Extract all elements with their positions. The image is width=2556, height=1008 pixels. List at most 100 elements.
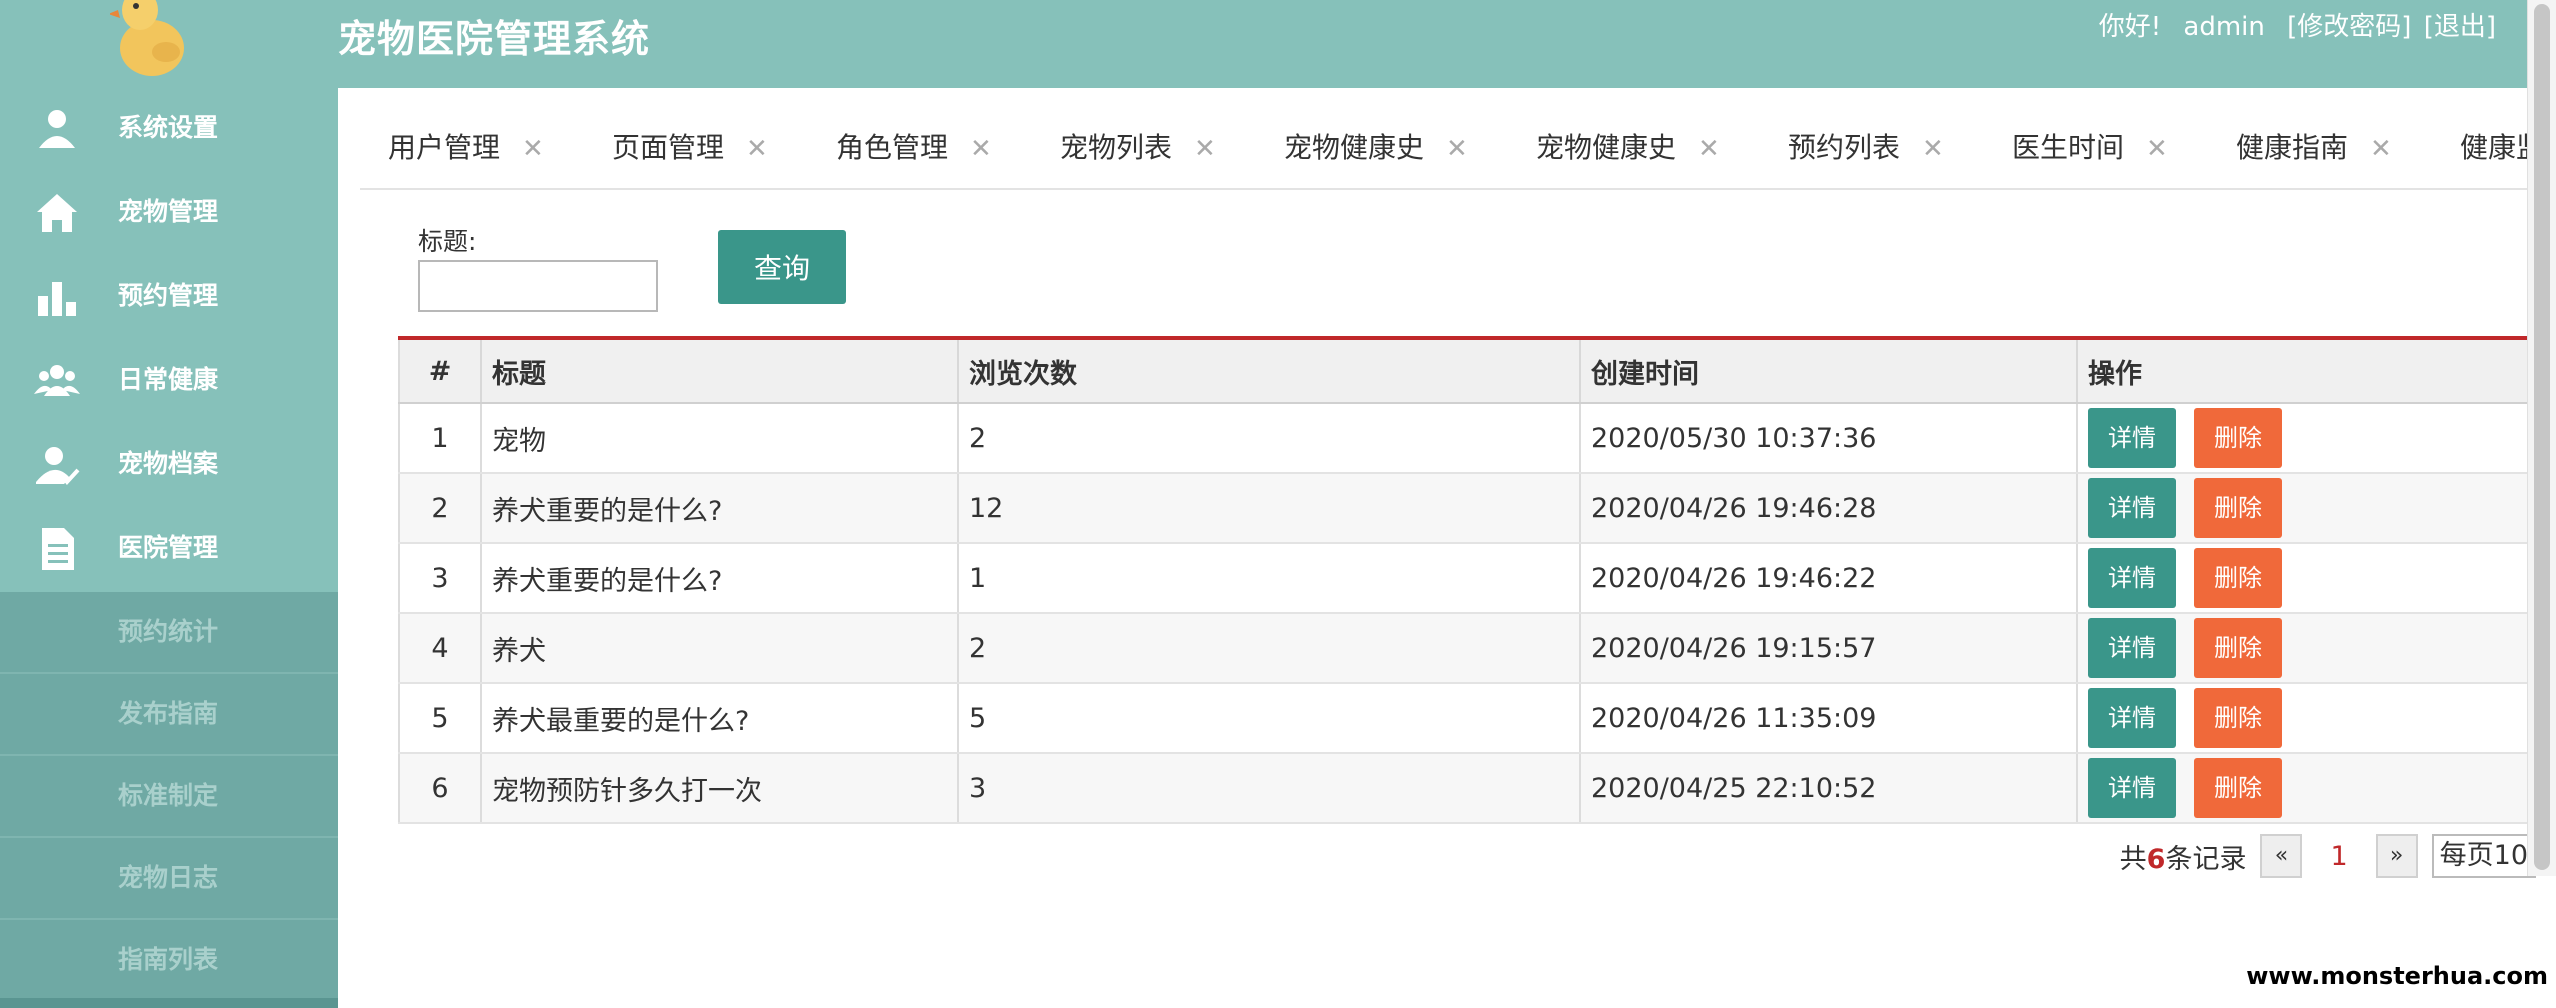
cell-index: 2 [399,473,482,544]
sidebar-item-label: 医院管理 [118,533,219,562]
close-icon[interactable]: ✕ [746,134,768,164]
document-icon [42,528,74,570]
close-icon[interactable]: ✕ [1194,134,1216,164]
greeting: 你好! [2098,12,2162,42]
column-header-title: 标题 [481,340,959,404]
vertical-scrollbar[interactable] [2527,0,2556,876]
cell-actions: 详情 删除 [2077,683,2556,754]
detail-button[interactable]: 详情 [2088,478,2176,538]
close-icon[interactable]: ✕ [2370,134,2392,164]
detail-button[interactable]: 详情 [2088,758,2176,818]
delete-button[interactable]: 删除 [2194,408,2282,468]
submenu-item-label: 标准制定 [118,781,219,810]
submenu-item-label: 宠物日志 [118,863,219,892]
delete-button[interactable]: 删除 [2194,548,2282,608]
detail-button[interactable]: 详情 [2088,548,2176,608]
sidebar-item-label: 日常健康 [118,365,219,394]
delete-button[interactable]: 删除 [2194,758,2282,818]
sidebar: 系统设置 宠物管理 预约管理 日常健康 宠物档案 医院管理 预约统计 发布指南 … [0,0,338,1008]
title-search-input[interactable] [418,260,658,312]
page-title: 宠物医院管理系统 [338,17,651,61]
cell-views: 3 [958,753,1581,824]
table-header-row: # 标题 浏览次数 创建时间 操作 [399,340,2556,404]
sidebar-item-system-settings[interactable]: 系统设置 [0,86,338,170]
delete-button[interactable]: 删除 [2194,618,2282,678]
cell-created: 2020/05/30 10:37:36 [1580,403,2078,474]
submenu-item-guide-list[interactable]: 指南列表 [0,920,338,1002]
detail-button[interactable]: 详情 [2088,408,2176,468]
sidebar-item-pet-records[interactable]: 宠物档案 [0,422,338,506]
bar-chart-icon [38,282,76,316]
sidebar-item-hospital-management[interactable]: 医院管理 [0,506,338,590]
cell-actions: 详情 删除 [2077,473,2556,544]
sidebar-item-label: 宠物档案 [118,449,219,478]
query-button[interactable]: 查询 [718,230,846,304]
group-icon [34,365,80,396]
username: admin [2183,12,2265,42]
cell-created: 2020/04/26 19:15:57 [1580,613,2078,684]
cell-title: 宠物 [481,403,959,474]
cell-created: 2020/04/26 11:35:09 [1580,683,2078,754]
record-count-prefix: 共 [2119,843,2147,875]
close-icon[interactable]: ✕ [970,134,992,164]
tab-label: 用户管理 [388,131,501,164]
table-row: 3 养犬重要的是什么? 1 2020/04/26 19:46:22 详情 删除 [399,543,2556,614]
close-icon[interactable]: ✕ [1446,134,1468,164]
cell-views: 1 [958,543,1581,614]
cell-created: 2020/04/25 22:10:52 [1580,753,2078,824]
table-row: 2 养犬重要的是什么? 12 2020/04/26 19:46:28 详情 删除 [399,473,2556,544]
close-icon[interactable]: ✕ [2146,134,2168,164]
detail-button[interactable]: 详情 [2088,618,2176,678]
submenu-item-pet-log[interactable]: 宠物日志 [0,838,338,920]
change-password-link[interactable]: [修改密码] [2287,12,2411,42]
submenu-item-label: 发布指南 [118,699,219,728]
column-header-views: 浏览次数 [958,340,1581,404]
logout-link[interactable]: [退出] [2424,12,2496,42]
submenu-item-appointment-stats[interactable]: 预约统计 [0,592,338,674]
sidebar-item-daily-health[interactable]: 日常健康 [0,338,338,422]
tab-pet-health-history[interactable]: 宠物健康史 ✕ [1284,118,1468,178]
close-icon[interactable]: ✕ [522,134,544,164]
guide-table: # 标题 浏览次数 创建时间 操作 1 宠物 2 2020/05/30 10:3… [398,336,2556,824]
tab-page-management[interactable]: 页面管理 ✕ [612,118,768,178]
tab-label: 医生时间 [2012,131,2125,164]
record-count-suffix: 条记录 [2165,843,2247,875]
tab-label: 健康指南 [2236,131,2349,164]
column-header-actions: 操作 [2077,340,2556,404]
detail-button[interactable]: 详情 [2088,688,2176,748]
sidebar-item-label: 宠物管理 [118,197,219,226]
submenu-item-publish-guide[interactable]: 发布指南 [0,674,338,756]
tab-health-guide[interactable]: 健康指南 ✕ [2236,118,2392,178]
page-size-select[interactable]: 每页10 [2431,834,2536,878]
delete-button[interactable]: 删除 [2194,478,2282,538]
table-row: 1 宠物 2 2020/05/30 10:37:36 详情 删除 [399,403,2556,474]
duck-logo-icon [110,0,184,76]
watermark: www.monsterhua.com [2246,962,2548,990]
close-icon[interactable]: ✕ [1698,134,1720,164]
tab-label: 预约列表 [1788,131,1901,164]
sidebar-item-appointment-management[interactable]: 预约管理 [0,254,338,338]
tab-role-management[interactable]: 角色管理 ✕ [836,118,992,178]
tab-doctor-time[interactable]: 医生时间 ✕ [2012,118,2168,178]
tab-pet-list[interactable]: 宠物列表 ✕ [1060,118,1216,178]
pagination: 共6条记录 « 1 » 每页10 [2120,834,2536,878]
tab-user-management[interactable]: 用户管理 ✕ [388,118,544,178]
cell-actions: 详情 删除 [2077,613,2556,684]
submenu-item-standard-setting[interactable]: 标准制定 [0,756,338,838]
close-icon[interactable]: ✕ [1922,134,1944,164]
sidebar-item-pet-management[interactable]: 宠物管理 [0,170,338,254]
tab-pet-health-history-2[interactable]: 宠物健康史 ✕ [1536,118,1720,178]
search-label: 标题: [418,227,477,256]
delete-button[interactable]: 删除 [2194,688,2282,748]
tab-appointment-list[interactable]: 预约列表 ✕ [1788,118,1944,178]
cell-title: 养犬 [481,613,959,684]
current-page[interactable]: 1 [2316,841,2361,872]
table-row: 4 养犬 2 2020/04/26 19:15:57 详情 删除 [399,613,2556,684]
record-count-value: 6 [2146,843,2166,875]
cell-views: 2 [958,403,1581,474]
cell-actions: 详情 删除 [2077,403,2556,474]
next-page-button[interactable]: » [2375,834,2418,878]
prev-page-button[interactable]: « [2260,834,2303,878]
sidebar-item-label: 预约管理 [118,281,219,310]
scrollbar-thumb[interactable] [2534,4,2550,870]
